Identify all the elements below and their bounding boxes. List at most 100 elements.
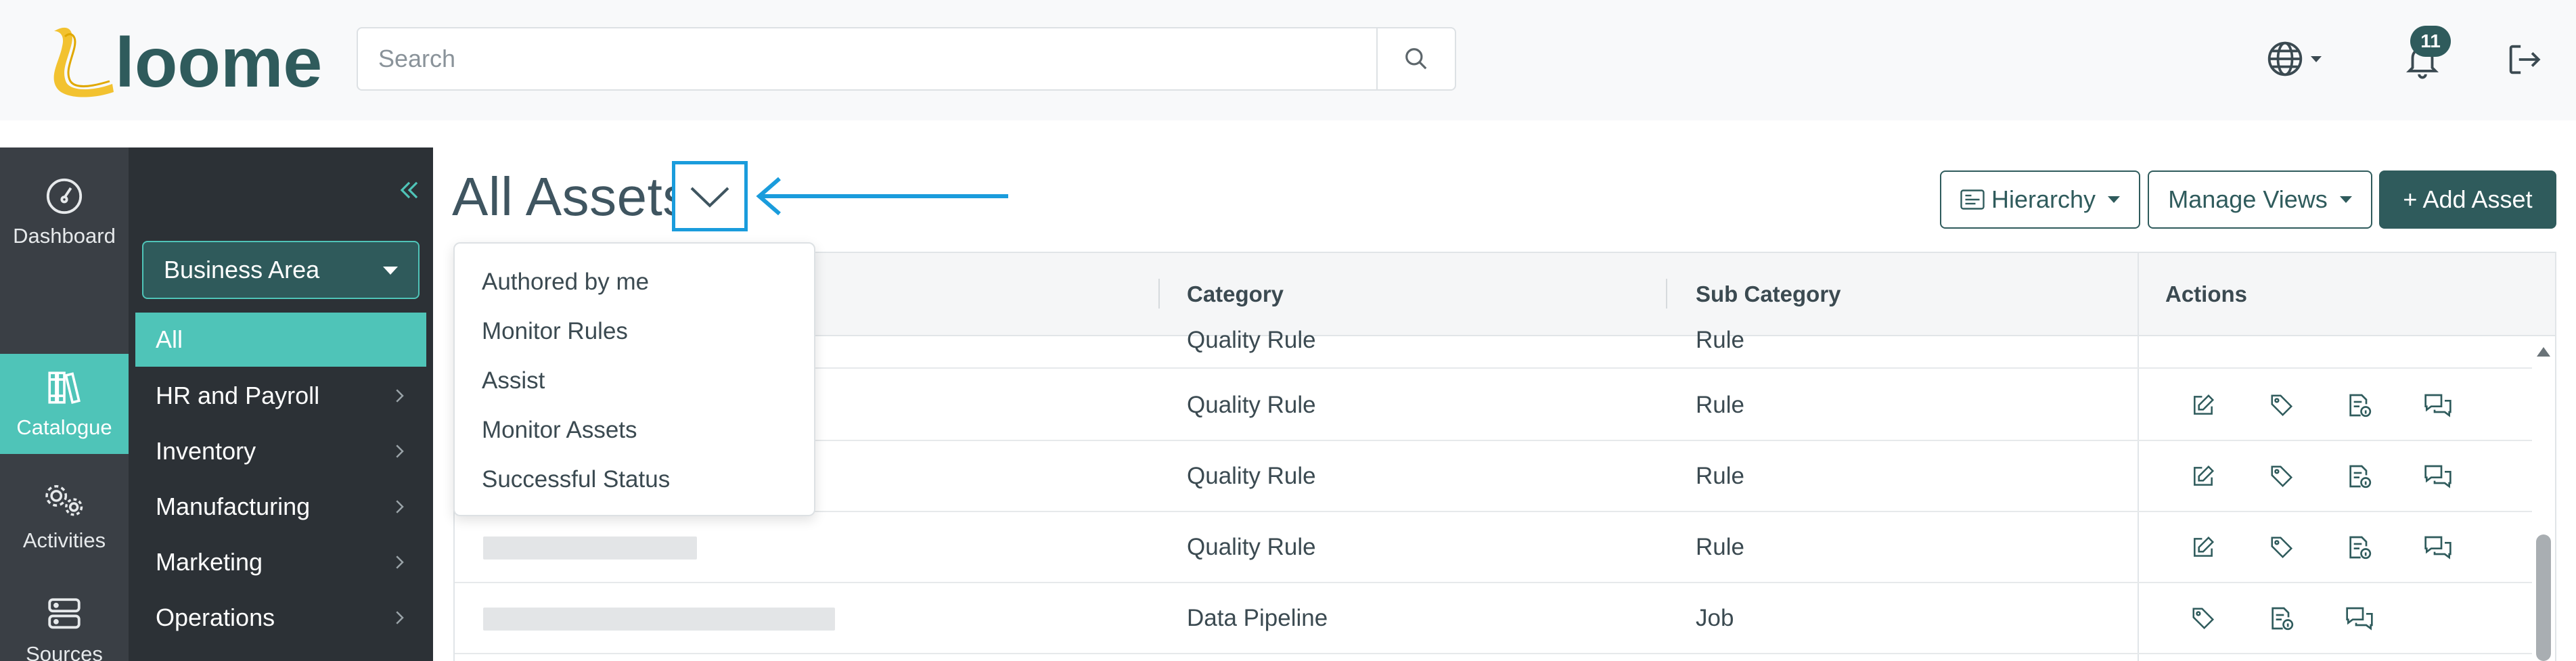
table-row[interactable]: Data Pipeline Job	[455, 583, 2532, 654]
sidebar-item-label: Operations	[156, 603, 275, 631]
edit-icon	[2194, 465, 2215, 486]
sidebar-item-operations[interactable]: Operations	[135, 591, 426, 645]
loome-logo[interactable]: loome	[47, 16, 332, 102]
column-divider	[1666, 279, 1667, 309]
rail-item-catalogue[interactable]: Catalogue	[0, 354, 129, 454]
edit-icon	[2194, 536, 2215, 557]
language-selector[interactable]	[2257, 35, 2331, 83]
comments-button[interactable]	[2341, 599, 2378, 637]
rail-item-activities[interactable]: Activities	[0, 467, 129, 567]
chevron-down-icon	[2311, 55, 2322, 62]
document-info-icon	[2349, 394, 2372, 417]
menu-item-successful-status[interactable]: Successful Status	[455, 455, 814, 504]
views-dropdown-menu: Authored by me Monitor Rules Assist Moni…	[453, 242, 815, 516]
menu-item-monitor-assets[interactable]: Monitor Assets	[455, 405, 814, 455]
column-header-sub-category[interactable]: Sub Category	[1696, 253, 1841, 335]
tag-icon	[2192, 608, 2215, 630]
sidebar-item-inventory[interactable]: Inventory	[135, 424, 426, 478]
sidebar-item-label: Inventory	[156, 437, 256, 465]
hierarchy-icon	[1960, 189, 1985, 210]
category-cell: Quality Rule	[1187, 327, 1316, 353]
search-input[interactable]	[358, 28, 1376, 89]
sub-category-cell: Job	[1696, 604, 1734, 631]
annotation-arrow	[756, 177, 1008, 216]
logout-icon	[2509, 45, 2541, 74]
details-button[interactable]	[2341, 386, 2378, 424]
tag-button[interactable]	[2263, 528, 2301, 566]
chevron-right-icon	[396, 445, 404, 458]
hierarchy-label: Hierarchy	[1991, 185, 2096, 213]
tag-icon	[2271, 537, 2293, 559]
svg-text:loome: loome	[115, 24, 322, 101]
chat-icon	[2424, 536, 2451, 560]
caret-down-icon	[383, 267, 398, 275]
category-cell: Quality Rule	[1187, 391, 1316, 418]
sidebar-item-all[interactable]: All	[135, 313, 426, 367]
sidebar-item-label: All	[156, 325, 183, 353]
books-icon	[48, 371, 81, 404]
chevron-right-icon	[396, 611, 404, 624]
tag-button[interactable]	[2184, 599, 2222, 637]
tag-icon	[2271, 394, 2293, 417]
edit-icon	[2194, 394, 2215, 415]
collapse-sidebar-button[interactable]	[392, 173, 426, 207]
search-button[interactable]	[1376, 28, 1455, 89]
comments-button[interactable]	[2419, 528, 2457, 566]
add-asset-button[interactable]: + Add Asset	[2379, 170, 2556, 229]
details-button[interactable]	[2341, 528, 2378, 566]
sub-category-cell: Rule	[1696, 327, 1744, 353]
comments-button[interactable]	[2419, 457, 2457, 495]
rail-item-dashboard[interactable]: Dashboard	[0, 162, 129, 263]
notification-badge: 11	[2410, 26, 2451, 57]
tag-button[interactable]	[2263, 386, 2301, 424]
sidebar-item-label: Manufacturing	[156, 493, 311, 520]
hierarchy-button[interactable]: Hierarchy	[1940, 170, 2140, 229]
scrollbar-thumb[interactable]	[2536, 534, 2551, 661]
sidebar-item-label: Marketing	[156, 548, 263, 576]
chevron-right-icon	[396, 555, 404, 569]
business-area-dropdown[interactable]: Business Area	[142, 241, 420, 299]
add-asset-label: + Add Asset	[2403, 185, 2533, 213]
chevron-right-icon	[396, 389, 404, 403]
scroll-up-arrow-icon[interactable]	[2537, 347, 2550, 357]
chevron-right-icon	[396, 500, 404, 514]
server-icon	[48, 598, 81, 629]
sidebar-item-manufacturing[interactable]: Manufacturing	[135, 480, 426, 534]
icon-rail: Dashboard Catalogue Activities Sources	[0, 147, 129, 661]
column-divider	[1158, 279, 1160, 309]
table-row[interactable]: Quality Rule Rule	[455, 512, 2532, 583]
comments-button[interactable]	[2419, 386, 2457, 424]
sidebar-item-hr-and-payroll[interactable]: HR and Payroll	[135, 369, 426, 423]
tag-button[interactable]	[2263, 457, 2301, 495]
rail-item-sources[interactable]: Sources	[0, 580, 129, 661]
catalogue-sidebar: Business Area All HR and Payroll Invento…	[129, 147, 433, 661]
caret-down-icon	[2108, 196, 2121, 203]
business-area-label: Business Area	[164, 256, 320, 283]
menu-item-assist[interactable]: Assist	[455, 356, 814, 405]
rail-item-label: Catalogue	[16, 415, 112, 439]
logout-button[interactable]	[2497, 34, 2551, 85]
sidebar-item-marketing[interactable]: Marketing	[135, 535, 426, 589]
manage-views-label: Manage Views	[2168, 185, 2328, 213]
document-info-icon	[2349, 536, 2372, 560]
gauge-icon	[46, 178, 83, 214]
category-cell: Quality Rule	[1187, 533, 1316, 560]
manage-views-button[interactable]: Manage Views	[2148, 170, 2372, 229]
menu-item-authored-by-me[interactable]: Authored by me	[455, 257, 814, 306]
rail-item-label: Sources	[26, 642, 103, 661]
edit-button[interactable]	[2184, 528, 2222, 566]
category-cell: Data Pipeline	[1187, 604, 1328, 631]
globe-icon	[2267, 41, 2303, 76]
column-header-category[interactable]: Category	[1187, 253, 1284, 335]
details-button[interactable]	[2263, 599, 2301, 637]
top-header: loome 11	[0, 0, 2576, 120]
page-title: All Assets	[452, 166, 690, 227]
rail-item-label: Activities	[22, 528, 106, 552]
menu-item-monitor-rules[interactable]: Monitor Rules	[455, 306, 814, 356]
chat-icon	[2424, 394, 2451, 417]
edit-button[interactable]	[2184, 457, 2222, 495]
views-dropdown-toggle[interactable]	[672, 161, 748, 231]
details-button[interactable]	[2341, 457, 2378, 495]
double-chevron-left-icon	[400, 181, 418, 199]
edit-button[interactable]	[2184, 386, 2222, 424]
